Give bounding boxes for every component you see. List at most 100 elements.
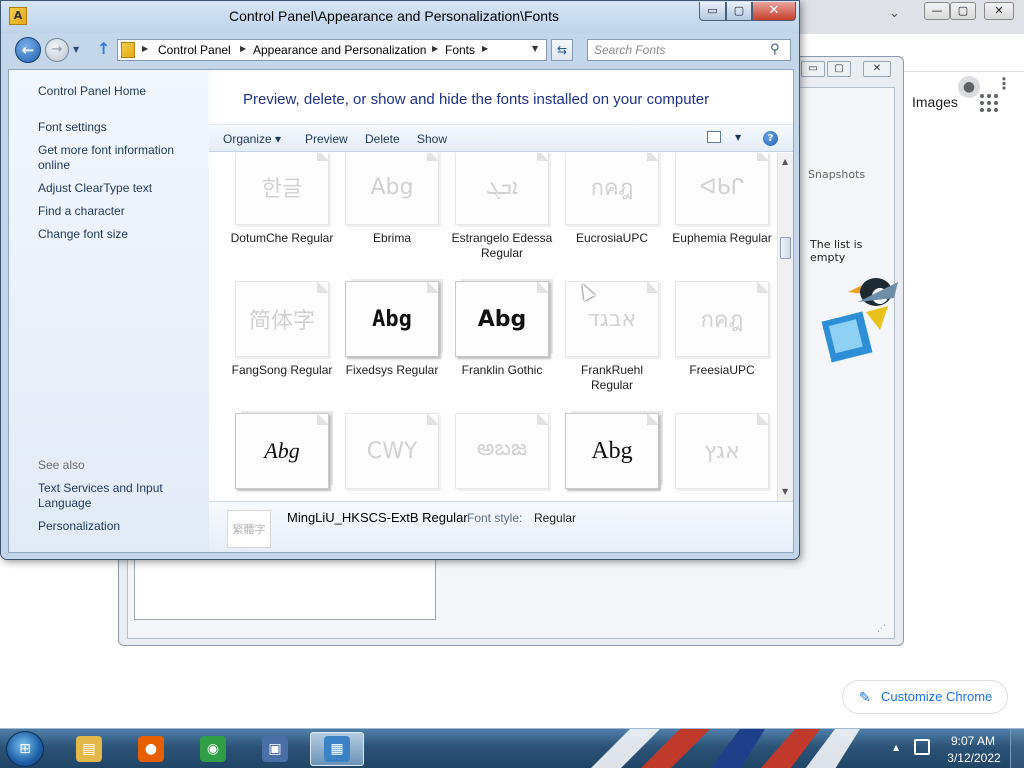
show-desktop-button[interactable] bbox=[1010, 729, 1024, 768]
taskbar: ⊞ ▤ ● ◉ ▣ ▦ ▲ 9:07 AM 3/12/2022 bbox=[0, 728, 1024, 768]
start-button[interactable]: ⊞ bbox=[6, 731, 44, 767]
font-name-label: FangSong Regular bbox=[231, 363, 333, 377]
font-sample-text: 简体字 bbox=[248, 309, 315, 334]
windows-explorer-icon: ▤ bbox=[76, 736, 102, 762]
tab-search-chevron-icon[interactable]: ⌄ bbox=[889, 6, 900, 21]
taskbar-chrome-button[interactable]: ◉ bbox=[186, 732, 240, 766]
view-options-chevron-icon[interactable]: ▼ bbox=[735, 133, 741, 142]
snapshots-tab[interactable]: Snapshots bbox=[808, 168, 865, 181]
google-apps-icon[interactable] bbox=[980, 94, 1000, 114]
see-also-heading: See also bbox=[38, 458, 85, 472]
show-button[interactable]: Show bbox=[417, 132, 447, 146]
search-box: ⚲ bbox=[587, 39, 791, 61]
font-sample-text: ᐊᑲᒋ bbox=[699, 174, 745, 200]
scroll-thumb[interactable] bbox=[780, 237, 791, 259]
font-name-label: FrankRuehl Regular bbox=[580, 363, 644, 392]
customize-chrome-button[interactable]: ✎ Customize Chrome bbox=[842, 680, 1008, 714]
vertical-scrollbar[interactable]: ▲ ▼ bbox=[777, 153, 793, 501]
images-link[interactable]: Images bbox=[912, 94, 958, 110]
vbox-close-button[interactable]: ✕ bbox=[863, 61, 891, 77]
font-tile[interactable]: ᐊᑲᒋ Euphemia Regular bbox=[655, 153, 772, 273]
taskbar-virtualbox-button[interactable]: ▣ bbox=[248, 732, 302, 766]
breadcrumb-fonts[interactable]: Fonts bbox=[445, 43, 475, 57]
taskbar-firefox-button[interactable]: ● bbox=[124, 732, 178, 766]
control-panel-home-link[interactable]: Control Panel Home bbox=[38, 84, 198, 99]
recent-pages-chevron-icon[interactable]: ▼ bbox=[73, 45, 79, 54]
font-tile[interactable]: Abg Fixedsys Regular bbox=[325, 273, 439, 405]
font-tile[interactable]: 한글 DotumChe Regular bbox=[215, 153, 333, 273]
font-preview-icon: אגץ bbox=[675, 413, 769, 489]
up-arrow-icon[interactable]: ↑ bbox=[97, 39, 110, 58]
chrome-maximize-button[interactable]: ▢ bbox=[950, 2, 976, 20]
vbox-minimize-button[interactable]: ▭ bbox=[801, 61, 825, 77]
control-panel-icon: ▦ bbox=[324, 736, 350, 762]
preview-button[interactable]: Preview bbox=[305, 132, 348, 146]
scroll-up-arrow-icon[interactable]: ▲ bbox=[782, 157, 788, 166]
back-button[interactable]: ← bbox=[15, 37, 41, 63]
taskbar-windows-explorer-button[interactable]: ▤ bbox=[62, 732, 116, 766]
more-font-info-link[interactable]: Get more font information online bbox=[38, 143, 198, 173]
font-tile[interactable]: Abg Franklin Gothic bbox=[435, 273, 549, 405]
change-font-size-link[interactable]: Change font size bbox=[38, 227, 198, 242]
wallpaper-art bbox=[591, 729, 860, 768]
address-bar[interactable]: ▶ Control Panel ▶ Appearance and Persona… bbox=[117, 39, 547, 61]
refresh-button[interactable]: ⇆ bbox=[551, 39, 573, 61]
change-view-icon[interactable] bbox=[707, 131, 721, 143]
taskbar-control-panel-button[interactable]: ▦ bbox=[310, 732, 364, 766]
font-tile[interactable]: 简体字 FangSong Regular bbox=[215, 273, 332, 405]
clock-date[interactable]: 3/12/2022 bbox=[944, 751, 1004, 765]
chrome-menu-icon[interactable]: ⋮ bbox=[996, 74, 1012, 93]
network-icon[interactable] bbox=[914, 739, 930, 755]
organize-button[interactable]: Organize ▾ bbox=[223, 132, 281, 146]
font-tile[interactable]: Abg Ebrima bbox=[325, 153, 439, 273]
show-hidden-icons-icon[interactable]: ▲ bbox=[893, 743, 899, 752]
chrome-close-button[interactable]: ✕ bbox=[984, 2, 1014, 20]
font-preview-icon: Abg bbox=[345, 281, 439, 357]
text-services-link[interactable]: Text Services and Input Language bbox=[38, 481, 198, 511]
font-preview-icon: ᐊᑲᒋ bbox=[675, 153, 769, 225]
profile-icon[interactable]: ● bbox=[958, 76, 980, 98]
address-dropdown-icon[interactable]: ▼ bbox=[532, 44, 538, 53]
maximize-button[interactable]: ▢ bbox=[726, 2, 752, 21]
font-tile[interactable]: กคฎ EucrosiaUPC bbox=[545, 153, 659, 273]
font-tile[interactable]: אגץ bbox=[655, 405, 769, 501]
minimize-button[interactable]: ▭ bbox=[699, 2, 726, 21]
find-character-link[interactable]: Find a character bbox=[38, 204, 198, 219]
window-title: Control Panel\Appearance and Personaliza… bbox=[229, 8, 559, 24]
scroll-down-arrow-icon[interactable]: ▼ bbox=[782, 487, 788, 496]
font-tile[interactable]: అబజ bbox=[435, 405, 549, 501]
breadcrumb-separator-icon[interactable]: ▶ bbox=[432, 44, 438, 53]
clock-time[interactable]: 9:07 AM bbox=[950, 734, 996, 748]
font-settings-link[interactable]: Font settings bbox=[38, 120, 198, 135]
font-tile[interactable]: Abg bbox=[545, 405, 659, 501]
breadcrumb-appearance[interactable]: Appearance and Personalization bbox=[253, 43, 426, 57]
breadcrumb-control-panel[interactable]: Control Panel bbox=[158, 43, 231, 57]
font-tile[interactable]: Abg bbox=[215, 405, 329, 501]
font-preview-icon: Abg bbox=[565, 413, 659, 489]
breadcrumb-separator-icon[interactable]: ▶ bbox=[482, 44, 488, 53]
details-pane: 繁體字 MingLiU_HKSCS-ExtB Regular Font styl… bbox=[209, 501, 793, 552]
font-tile[interactable]: אבגד FrankRuehl Regular bbox=[545, 273, 659, 405]
chrome-icon: ◉ bbox=[200, 736, 226, 762]
search-icon[interactable]: ⚲ bbox=[770, 42, 780, 57]
help-icon[interactable]: ? bbox=[763, 131, 778, 146]
font-name-label: Ebrima bbox=[372, 231, 411, 245]
font-tile[interactable]: ܐܒܓ Estrangelo Edessa Regular bbox=[435, 153, 552, 273]
breadcrumb-separator-icon[interactable]: ▶ bbox=[240, 44, 246, 53]
search-input[interactable] bbox=[594, 43, 764, 57]
close-button[interactable]: ✕ bbox=[752, 2, 796, 21]
cleartype-link[interactable]: Adjust ClearType text bbox=[38, 181, 198, 196]
forward-button[interactable]: → bbox=[45, 38, 69, 62]
font-tile[interactable]: กคฎ FreesiaUPC bbox=[655, 273, 769, 405]
content-pane: Preview, delete, or show and hide the fo… bbox=[209, 70, 793, 552]
personalization-link[interactable]: Personalization bbox=[38, 519, 198, 534]
font-preview-icon: Abg bbox=[455, 281, 549, 357]
font-tile[interactable]: CWY bbox=[325, 405, 439, 501]
fonts-folder-icon: A bbox=[9, 7, 27, 25]
resize-grip-icon[interactable]: ⋰ bbox=[877, 624, 886, 634]
delete-button[interactable]: Delete bbox=[365, 132, 400, 146]
breadcrumb-separator-icon[interactable]: ▶ bbox=[142, 44, 148, 53]
vbox-maximize-button[interactable]: ▢ bbox=[827, 61, 851, 77]
title-bar[interactable]: A Control Panel\Appearance and Personali… bbox=[1, 1, 799, 33]
chrome-minimize-button[interactable]: — bbox=[924, 2, 950, 20]
